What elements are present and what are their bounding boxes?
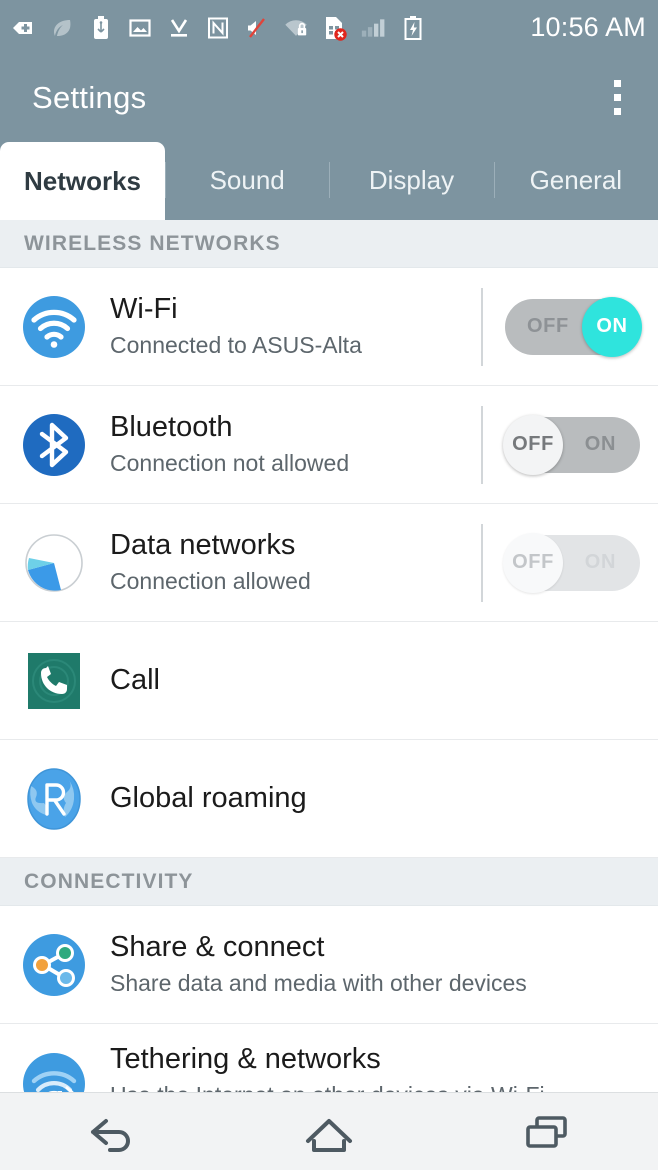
usb-connected-icon <box>88 13 114 43</box>
home-icon <box>305 1118 352 1152</box>
list-item-share-connect[interactable]: Share & connect Share data and media wit… <box>0 906 658 1024</box>
list-item-control: OFF ON OFF <box>481 504 658 621</box>
tab-divider <box>165 162 166 198</box>
call-icon <box>18 645 90 717</box>
back-button[interactable] <box>50 1093 170 1170</box>
sim-card-error-icon <box>322 13 348 43</box>
toggle-thumb-label: OFF <box>512 433 554 455</box>
toggle-on-label: ON <box>584 551 616 573</box>
tab-label: Sound <box>209 164 285 195</box>
list-item-subtitle: Connection allowed <box>110 568 311 595</box>
tab-label: Networks <box>23 165 142 196</box>
action-bar: Settings <box>0 55 658 140</box>
tab-general[interactable]: General <box>493 140 658 220</box>
tab-bar: Networks Sound Display General <box>0 140 658 220</box>
list-item-text: Call <box>110 663 658 698</box>
list-item-data-networks[interactable]: Data networks Connection allowed OFF ON … <box>0 504 658 622</box>
overflow-dot <box>613 108 621 115</box>
bluetooth-toggle[interactable]: OFF ON OFF <box>503 414 640 475</box>
wifi-secured-icon <box>283 13 309 43</box>
status-bar-clock: 10:56 AM <box>530 12 646 42</box>
bluetooth-icon <box>18 409 90 481</box>
connectivity-list: Share & connect Share data and media wit… <box>0 906 658 1102</box>
screenshot-image-icon <box>127 13 153 43</box>
data-networks-icon <box>18 527 90 599</box>
status-bar: 10:56 AM <box>0 0 658 55</box>
tab-display[interactable]: Display <box>329 140 493 220</box>
toggle-thumb: OFF <box>503 532 563 593</box>
back-icon <box>90 1118 130 1152</box>
recents-icon <box>526 1115 568 1148</box>
list-item-title: Wi-Fi <box>110 292 178 325</box>
overflow-dot <box>613 94 621 101</box>
toggle-thumb: ON <box>582 296 642 357</box>
control-separator <box>481 405 483 484</box>
tab-label: General <box>529 164 623 195</box>
list-item-tethering-networks[interactable]: Tethering & networks Use the Internet on… <box>0 1024 658 1102</box>
tab-divider <box>493 162 495 198</box>
leaf-power-save-icon <box>49 13 75 43</box>
list-item-control: OFF ON ON <box>481 268 658 385</box>
list-item-bluetooth[interactable]: Bluetooth Connection not allowed OFF ON … <box>0 386 658 504</box>
list-item-wifi[interactable]: Wi-Fi Connected to ASUS-Alta OFF ON ON <box>0 268 658 386</box>
list-item-text: Share & connect Share data and media wit… <box>110 930 658 999</box>
toggle-thumb-label: OFF <box>512 551 554 573</box>
list-item-title: Data networks <box>110 528 296 561</box>
list-item-text: Bluetooth Connection not allowed <box>110 410 481 479</box>
download-complete-icon <box>166 13 192 43</box>
list-item-text: Wi-Fi Connected to ASUS-Alta <box>110 292 481 361</box>
share-connect-icon <box>18 929 90 1001</box>
navigation-bar <box>0 1092 658 1170</box>
toggle-off-label: OFF <box>527 315 569 337</box>
section-title: CONNECTIVITY <box>24 869 194 893</box>
tab-networks[interactable]: Networks <box>0 142 165 220</box>
wifi-toggle[interactable]: OFF ON ON <box>505 296 642 357</box>
battery-charging-icon <box>400 13 426 43</box>
tab-label: Display <box>368 164 455 195</box>
wifi-icon <box>18 291 90 363</box>
status-bar-icons <box>10 13 526 43</box>
settings-screen: 10:56 AM Settings Networks Sound Display… <box>0 0 658 1170</box>
list-item-control: OFF ON OFF <box>481 386 658 503</box>
list-item-global-roaming[interactable]: Global roaming <box>0 740 658 858</box>
mute-silent-icon <box>244 13 270 43</box>
list-item-title: Call <box>110 663 160 696</box>
nfc-icon <box>205 13 231 43</box>
home-button[interactable] <box>269 1093 389 1170</box>
global-roaming-icon <box>18 763 90 835</box>
list-item-title: Share & connect <box>110 930 325 963</box>
section-header-connectivity: CONNECTIVITY <box>0 858 658 906</box>
cellular-signal-icon <box>361 13 387 43</box>
section-header-wireless-networks: WIRELESS NETWORKS <box>0 220 658 268</box>
data-networks-toggle[interactable]: OFF ON OFF <box>503 532 640 593</box>
list-item-text: Global roaming <box>110 781 658 816</box>
tab-divider <box>329 162 331 198</box>
tab-sound[interactable]: Sound <box>165 140 329 220</box>
list-item-subtitle: Connection not allowed <box>110 450 350 477</box>
control-separator <box>481 287 483 366</box>
page-title: Settings <box>32 79 147 115</box>
section-title: WIRELESS NETWORKS <box>24 231 281 255</box>
toggle-thumb-label: ON <box>596 315 628 337</box>
list-item-title: Bluetooth <box>110 410 233 443</box>
list-item-subtitle: Share data and media with other devices <box>110 970 527 997</box>
list-item-text: Data networks Connection allowed <box>110 528 481 597</box>
overflow-dot <box>613 80 621 87</box>
list-item-title: Global roaming <box>110 781 307 814</box>
status-bar-right: 10:56 AM <box>526 12 646 43</box>
list-item-title: Tethering & networks <box>110 1043 381 1075</box>
toggle-on-label: ON <box>584 433 616 455</box>
recent-apps-button[interactable] <box>488 1093 608 1170</box>
usb-debugging-icon <box>10 13 36 43</box>
wireless-networks-list: Wi-Fi Connected to ASUS-Alta OFF ON ON <box>0 268 658 858</box>
list-item-subtitle: Connected to ASUS-Alta <box>110 332 362 359</box>
overflow-menu-icon[interactable] <box>600 75 634 121</box>
control-separator <box>481 523 483 602</box>
list-item-call[interactable]: Call <box>0 622 658 740</box>
toggle-thumb: OFF <box>503 414 563 475</box>
